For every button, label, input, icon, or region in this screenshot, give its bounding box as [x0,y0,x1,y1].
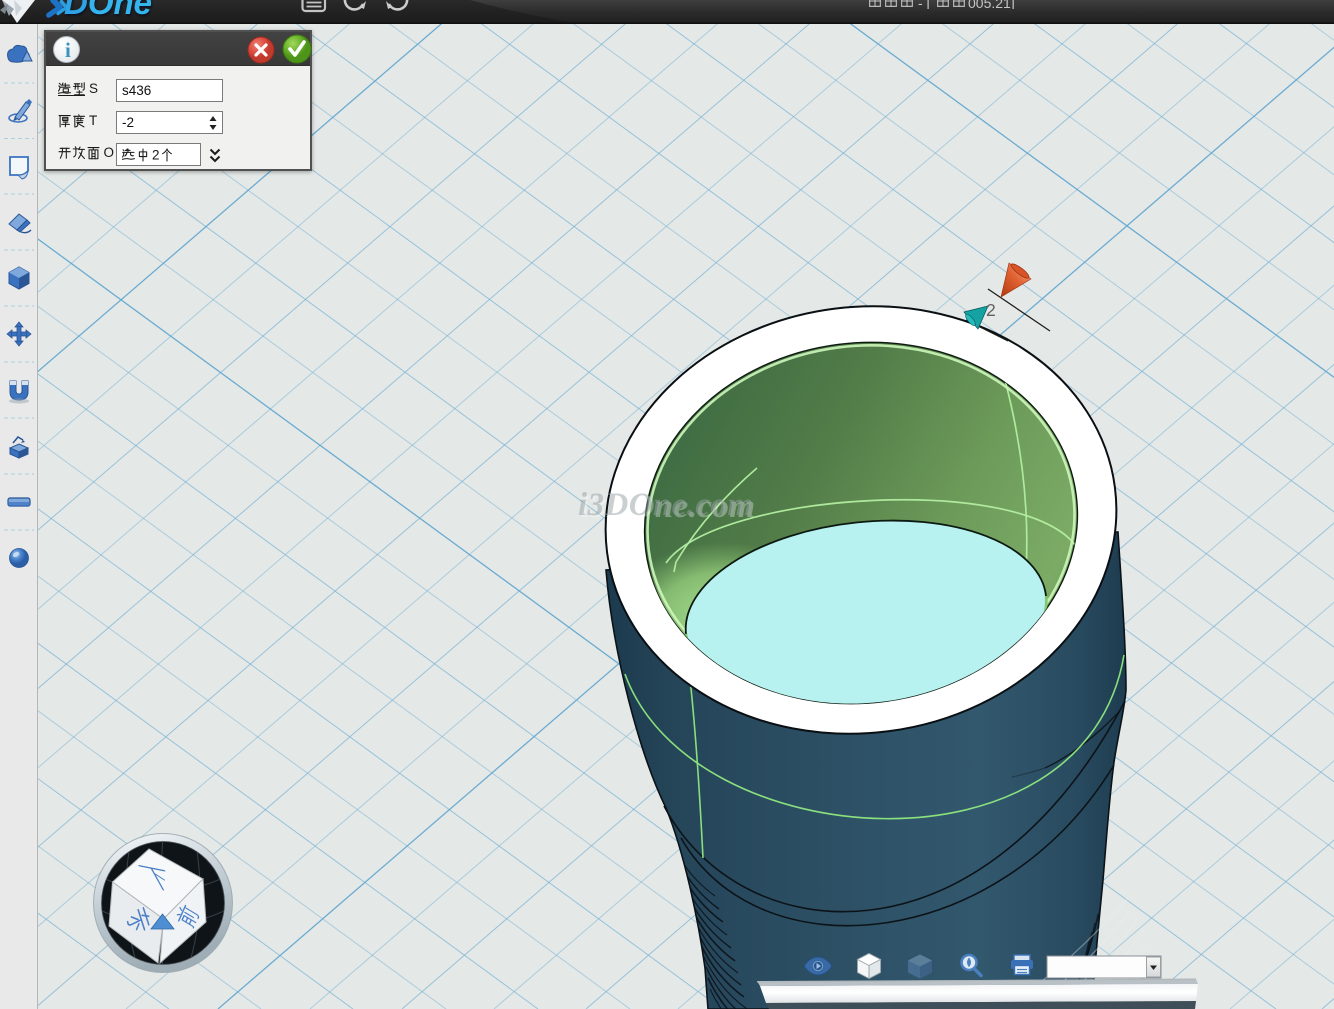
svg-text:T: T [89,113,97,128]
svg-text:i3DOne.com: i3DOne.com [578,487,753,523]
svg-text:S: S [89,81,98,96]
svg-text:2: 2 [152,148,160,163]
svg-text:005.21]: 005.21] [968,0,1015,9]
svg-text:2: 2 [986,300,996,320]
svg-text:- [: - [ [918,0,931,9]
svg-text:O: O [104,145,115,160]
